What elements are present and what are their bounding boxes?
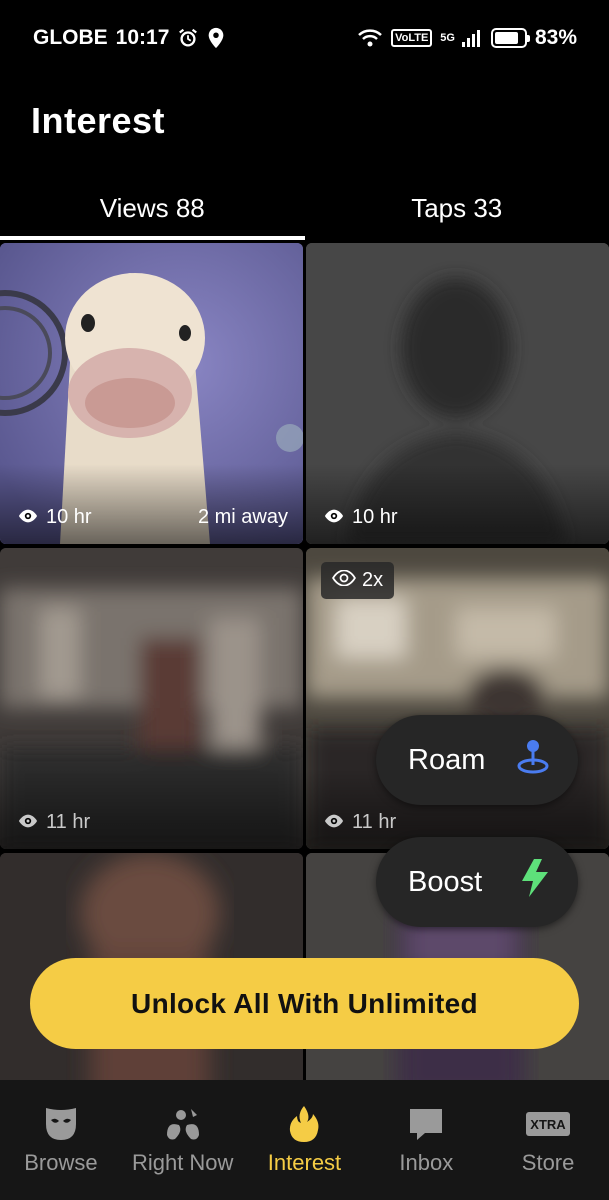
- mask-icon: [42, 1104, 80, 1144]
- profile-card[interactable]: 10 hr: [306, 243, 609, 544]
- tab-views[interactable]: Views 88: [0, 178, 305, 240]
- volte-badge: VoLTE: [391, 29, 433, 47]
- roam-button[interactable]: Roam: [376, 715, 578, 805]
- eye-icon: [18, 506, 38, 529]
- page-title: Interest: [31, 100, 166, 141]
- card-meta: 11 hr: [18, 811, 288, 834]
- wifi-icon: [357, 28, 383, 48]
- signal-icon: [461, 28, 483, 48]
- alarm-icon: [177, 27, 199, 49]
- viewed-info: 10 hr: [18, 506, 92, 529]
- network-type: 5G: [440, 31, 455, 44]
- xtra-icon: XTRA: [525, 1104, 571, 1144]
- viewed-time: 11 hr: [46, 811, 91, 833]
- boost-label: Boost: [408, 865, 483, 898]
- viewed-time: 11 hr: [352, 811, 397, 833]
- card-overlay: [0, 464, 303, 544]
- distance-label: 2 mi away: [197, 506, 288, 528]
- roam-pin-icon: [516, 738, 550, 782]
- profile-card[interactable]: 10 hr 2 mi away: [0, 243, 303, 544]
- nav-label: Browse: [24, 1150, 98, 1175]
- viewed-info: 11 hr: [324, 811, 396, 834]
- flame-icon: [287, 1104, 321, 1144]
- clock: 10:17: [115, 26, 170, 49]
- eye-icon: [332, 569, 356, 592]
- card-overlay: [306, 464, 609, 544]
- splash-icon: [163, 1104, 203, 1144]
- svg-text:XTRA: XTRA: [530, 1117, 566, 1132]
- viewed-info: 11 hr: [18, 811, 90, 834]
- nav-label: Inbox: [399, 1150, 454, 1175]
- location-icon: [207, 27, 225, 49]
- bottom-nav: Browse Right Now Interest Inbox XTRA Sto…: [0, 1080, 609, 1200]
- nav-inbox[interactable]: Inbox: [365, 1080, 487, 1200]
- card-meta: 11 hr: [324, 811, 594, 834]
- eye-icon: [324, 506, 344, 529]
- eye-icon: [18, 811, 38, 834]
- battery-percent: 83%: [534, 26, 577, 49]
- nav-browse[interactable]: Browse: [0, 1080, 122, 1200]
- nav-label: Right Now: [131, 1150, 234, 1175]
- lightning-icon: [520, 859, 550, 905]
- chat-icon: [407, 1104, 445, 1144]
- profile-card[interactable]: 11 hr: [0, 548, 303, 849]
- tab-bar: Views 88 Taps 33: [0, 178, 609, 240]
- nav-interest[interactable]: Interest: [244, 1080, 366, 1200]
- carrier-label: GLOBE: [33, 26, 108, 49]
- view-count-badge: 2x: [321, 562, 395, 599]
- card-meta: 10 hr 2 mi away: [18, 506, 288, 529]
- roam-label: Roam: [408, 743, 486, 776]
- viewed-time: 10 hr: [352, 506, 398, 528]
- status-bar: GLOBE 10:17 VoLTE 5G 83%: [0, 0, 609, 78]
- nav-store[interactable]: XTRA Store: [487, 1080, 609, 1200]
- boost-button[interactable]: Boost: [376, 837, 578, 927]
- eye-icon: [324, 811, 344, 834]
- nav-label: Interest: [267, 1150, 342, 1175]
- view-count: 2x: [362, 569, 384, 591]
- tab-taps[interactable]: Taps 33: [305, 178, 609, 240]
- card-meta: 10 hr: [324, 506, 594, 529]
- nav-label: Store: [521, 1150, 575, 1175]
- nav-right-now[interactable]: Right Now: [122, 1080, 244, 1200]
- unlock-unlimited-button[interactable]: Unlock All With Unlimited: [30, 958, 579, 1049]
- card-overlay: [0, 769, 303, 849]
- viewed-time: 10 hr: [46, 506, 92, 528]
- battery-icon: [490, 28, 530, 48]
- viewed-info: 10 hr: [324, 506, 398, 529]
